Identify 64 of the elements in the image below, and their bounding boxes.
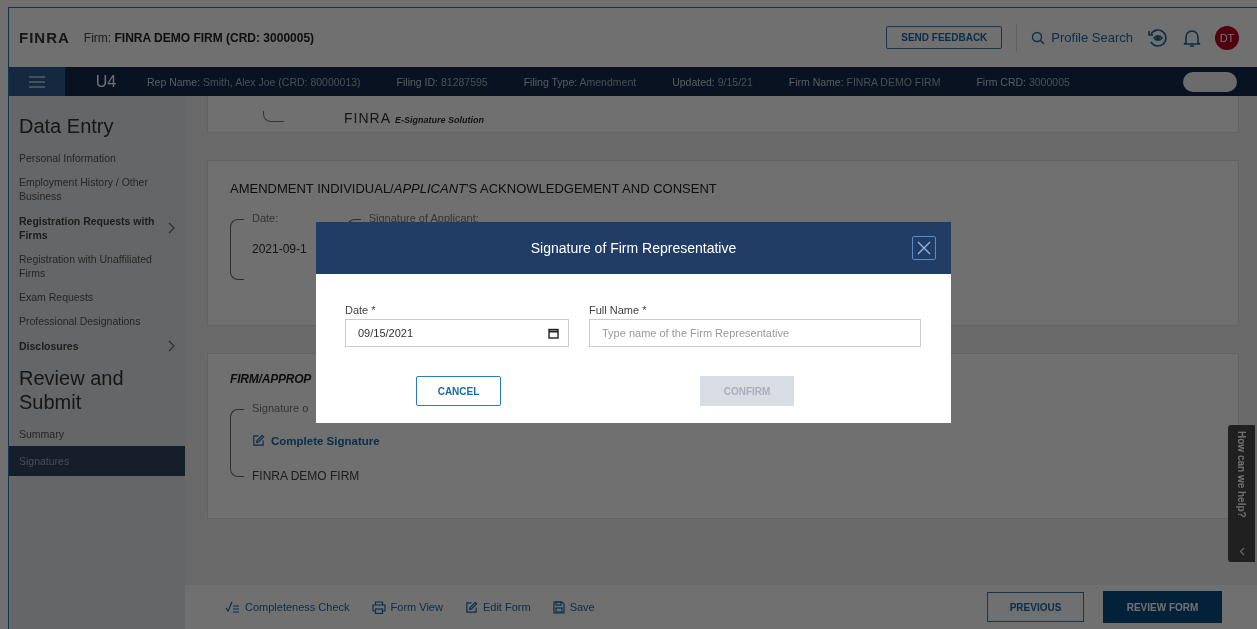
toolbar-link[interactable]: Save — [552, 600, 595, 614]
dialog-title: Signature of Firm Representative — [530, 240, 737, 256]
logo: FINRA — [19, 29, 70, 46]
bell-icon[interactable] — [1183, 27, 1201, 48]
section-title: FIRM/APPROP — [230, 372, 313, 386]
toolbar-link[interactable]: Completeness Check — [225, 601, 350, 613]
printer-icon — [371, 600, 386, 614]
save-icon — [552, 600, 565, 614]
complete-signature-link[interactable]: Complete Signature — [252, 414, 380, 469]
field-value: FINRA DEMO FIRM — [252, 469, 361, 483]
menu-button[interactable] — [9, 67, 65, 96]
field-label: Signature of Applicant: — [368, 212, 479, 226]
help-tab[interactable]: How can we help? — [1228, 425, 1255, 562]
cancel-button[interactable]: CANCEL — [416, 376, 501, 406]
toolbar-link[interactable]: Form View — [371, 600, 443, 614]
filing-info: Firm Name: FINRA DEMO FIRM — [788, 75, 941, 88]
esignature-logo: FINRA E-Signature Solution — [344, 110, 484, 126]
date-field[interactable]: 09/15/2021 — [345, 319, 569, 347]
close-button[interactable] — [912, 236, 936, 260]
review-form-button[interactable]: REVIEW FORM — [1103, 591, 1222, 623]
menu-icon — [29, 75, 45, 88]
sidebar-heading: Data Entry — [18, 114, 115, 139]
history-eye-icon[interactable] — [1147, 27, 1169, 48]
filing-info: Filing ID: 81287595 — [396, 75, 488, 88]
user-avatar[interactable]: DT — [1215, 25, 1239, 50]
previous-button[interactable]: PREVIOUS — [987, 592, 1084, 622]
field-label: Date: — [252, 212, 280, 224]
filing-info: Firm CRD: 3000005 — [976, 75, 1070, 88]
chevron-right-icon — [168, 339, 175, 352]
sidebar-item[interactable]: Summary — [9, 421, 185, 446]
sidebar-item[interactable]: Registration with Unaffiliated Firms — [9, 246, 185, 286]
field-label: Date * — [345, 304, 377, 316]
sidebar-item[interactable]: Personal Information — [9, 146, 185, 171]
chevron-right-icon — [168, 221, 175, 234]
chevron-left-icon — [1238, 547, 1245, 556]
sidebar-item[interactable]: Registration Requests with Firms — [9, 208, 185, 247]
field-value: 2021-09-1 — [252, 241, 307, 258]
calendar-icon — [548, 327, 559, 339]
checklist-icon — [225, 601, 240, 613]
full-name-field[interactable]: Type name of the Firm Representative — [589, 319, 921, 347]
sidebar-item[interactable]: Exam Requests — [9, 285, 185, 310]
edit-icon — [252, 434, 265, 447]
field-label: Signature o — [252, 402, 310, 414]
toolbar-link[interactable]: Edit Form — [464, 600, 531, 614]
close-icon — [917, 241, 931, 255]
firm-info: Firm: FINRA DEMO FIRM (CRD: 3000005) — [83, 30, 315, 45]
bracket-line — [230, 409, 244, 477]
sidebar-item[interactable]: Professional Designations — [9, 309, 185, 334]
filing-info: Updated: 9/15/21 — [672, 75, 753, 88]
bracket-line — [263, 111, 284, 122]
field-label: Full Name * — [589, 304, 648, 316]
filing-info: Rep Name: Smith, Alex Joe (CRD: 80000013) — [147, 75, 361, 88]
filing-info: Filing Type: Amendment — [523, 75, 637, 88]
section-title: AMENDMENT INDIVIDUAL/APPLICANT'S ACKNOWLEDGEMENT AND CONSENT — [230, 181, 718, 196]
sidebar-item[interactable]: Disclosures — [9, 333, 185, 358]
sidebar-item[interactable]: Employment History / Other Business — [9, 170, 185, 209]
toggle-switch[interactable] — [1183, 71, 1237, 92]
search-icon — [1031, 30, 1046, 45]
sidebar-heading: Review and Submit — [18, 365, 125, 415]
edit-icon — [464, 600, 478, 614]
bracket-line — [230, 219, 244, 280]
profile-search-link[interactable]: Profile Search — [1031, 30, 1133, 45]
send-feedback-button[interactable]: SEND FEEDBACK — [886, 26, 1003, 49]
form-name: U4 — [94, 72, 118, 91]
